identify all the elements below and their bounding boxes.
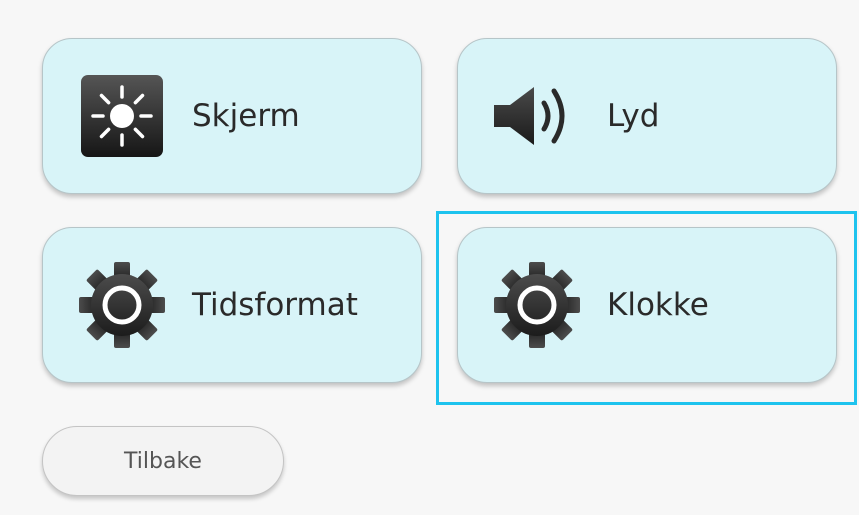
- back-button[interactable]: Tilbake: [42, 426, 284, 496]
- tile-label: Tidsformat: [192, 287, 358, 323]
- gear-icon: [79, 262, 165, 348]
- speaker-icon: [494, 73, 580, 159]
- settings-tile-lyd[interactable]: Lyd: [457, 38, 837, 194]
- settings-tile-tidsformat[interactable]: Tidsformat: [42, 227, 422, 383]
- tile-label: Lyd: [607, 98, 660, 134]
- gear-icon: [494, 262, 580, 348]
- tile-label: Klokke: [607, 287, 709, 323]
- settings-tile-klokke[interactable]: Klokke: [457, 227, 837, 383]
- tile-label: Skjerm: [192, 98, 300, 134]
- settings-tile-skjerm[interactable]: Skjerm: [42, 38, 422, 194]
- brightness-icon: [79, 73, 165, 159]
